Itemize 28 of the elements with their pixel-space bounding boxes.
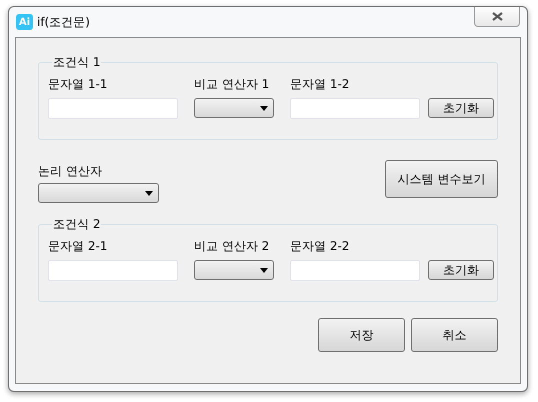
input-field[interactable] (290, 260, 420, 281)
field-label: 비교 연산자 1 (194, 77, 270, 92)
caret-icon (260, 268, 268, 272)
field-label: 문자열 2-1 (48, 239, 108, 254)
field-label: 문자열 1-2 (290, 77, 350, 92)
input-field[interactable] (48, 98, 178, 119)
field-label: 비교 연산자 2 (194, 239, 270, 254)
caret-icon (145, 190, 153, 196)
field-label: 문자열 2-2 (290, 239, 350, 254)
button[interactable]: 취소 (411, 318, 498, 352)
app-icon: Ai (16, 14, 33, 30)
dropdown[interactable] (38, 183, 159, 203)
field-label: 문자열 1-1 (48, 77, 108, 92)
window-title: if(조건문) (37, 14, 90, 31)
button[interactable]: 초기화 (428, 98, 494, 118)
button[interactable]: 초기화 (428, 260, 494, 280)
dropdown[interactable] (194, 260, 274, 280)
input-field[interactable] (48, 260, 178, 281)
caret-icon (260, 106, 268, 110)
close-button[interactable] (474, 7, 520, 27)
group-title: 조건식 2 (52, 217, 102, 231)
group-title: 조건식 1 (52, 55, 102, 69)
button[interactable]: 시스템 변수보기 (385, 160, 498, 198)
button[interactable]: 저장 (318, 318, 405, 352)
input-field[interactable] (290, 98, 420, 119)
field-label: 논리 연산자 (38, 164, 103, 179)
dropdown[interactable] (194, 98, 274, 118)
close-icon (492, 12, 502, 21)
